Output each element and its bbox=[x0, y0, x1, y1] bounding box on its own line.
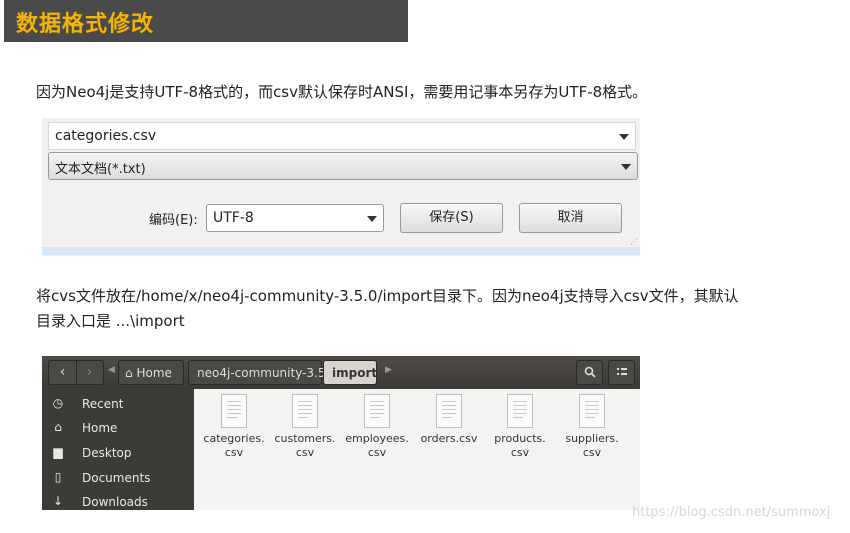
file-item[interactable]: products. csv bbox=[485, 394, 555, 460]
file-name-ext: csv bbox=[224, 446, 244, 459]
sidebar-item-desktop[interactable]: ▆ Desktop bbox=[42, 442, 194, 466]
section-title: 数据格式修改 bbox=[16, 12, 155, 37]
file-name: orders.csv bbox=[420, 432, 478, 445]
file-name: categories. bbox=[203, 432, 265, 445]
save-button[interactable]: 保存(S) bbox=[400, 203, 503, 233]
file-manager-toolbar: ‹ › ◀ ⌂ Home neo4j-community-3.5.0 impor… bbox=[42, 356, 640, 389]
filetype-value: 文本文档(*.txt) bbox=[55, 162, 146, 177]
file-name: suppliers. bbox=[565, 432, 619, 445]
home-icon: ⌂ bbox=[54, 420, 62, 434]
watermark: https://blog.csdn.net/summoxj bbox=[632, 505, 831, 520]
filename-value: categories.csv bbox=[55, 128, 157, 144]
filetype-select[interactable]: 文本文档(*.txt) bbox=[48, 152, 638, 180]
document-icon: ▯ bbox=[54, 470, 62, 484]
sidebar-item-label: Recent bbox=[82, 397, 124, 411]
text-file-icon bbox=[292, 394, 318, 428]
file-name-ext: csv bbox=[582, 446, 602, 459]
file-name-ext: csv bbox=[367, 446, 387, 459]
clock-icon: ◷ bbox=[52, 396, 64, 410]
menu-button[interactable] bbox=[608, 360, 635, 385]
breadcrumb-right-arrow-icon[interactable]: ▶ bbox=[385, 365, 392, 375]
file-item[interactable]: customers. csv bbox=[270, 394, 340, 460]
sidebar-item-label: Home bbox=[82, 421, 118, 435]
file-item[interactable]: employees. csv bbox=[342, 394, 412, 460]
text-file-icon bbox=[221, 394, 247, 428]
breadcrumb-parent[interactable]: neo4j-community-3.5.0 bbox=[188, 360, 337, 385]
breadcrumb-current[interactable]: import bbox=[323, 360, 377, 385]
home-icon: ⌂ bbox=[125, 366, 133, 380]
text-file-icon bbox=[507, 394, 533, 428]
sidebar-item-documents[interactable]: ▯ Documents bbox=[42, 467, 194, 491]
sidebar-item-label: Documents bbox=[82, 471, 151, 485]
text-file-icon bbox=[364, 394, 390, 428]
download-icon: ↓ bbox=[52, 494, 64, 508]
text-file-icon bbox=[579, 394, 605, 428]
breadcrumb-left-arrow-icon[interactable]: ◀ bbox=[108, 365, 115, 375]
forward-arrow-icon[interactable]: › bbox=[76, 361, 103, 384]
paragraph-encoding-note: 因为Neo4j是支持UTF-8格式的，而csv默认保存时ANSI，需要用记事本另… bbox=[36, 83, 648, 101]
file-name-ext: csv bbox=[295, 446, 315, 459]
breadcrumb-home-label: Home bbox=[136, 366, 172, 380]
file-item[interactable]: categories. csv bbox=[199, 394, 269, 460]
list-menu-icon bbox=[616, 368, 627, 375]
sidebar-item-downloads[interactable]: ↓ Downloads bbox=[42, 491, 194, 510]
section-header: 数据格式修改 bbox=[4, 0, 408, 42]
paragraph-import-path-line2: 目录入口是 ...\import bbox=[36, 312, 185, 330]
chevron-down-icon[interactable] bbox=[619, 134, 629, 140]
breadcrumb-home[interactable]: ⌂ Home bbox=[118, 360, 184, 385]
chevron-down-icon bbox=[367, 216, 377, 222]
filename-field[interactable]: categories.csv bbox=[48, 122, 636, 150]
file-manager-sidebar: ◷ Recent ⌂ Home ▆ Desktop ▯ Documents ↓ … bbox=[42, 389, 194, 510]
save-dialog: categories.csv 文本文档(*.txt) 编码(E): UTF-8 … bbox=[42, 118, 640, 256]
file-item[interactable]: orders.csv bbox=[414, 394, 484, 446]
sidebar-item-label: Downloads bbox=[82, 495, 148, 509]
encoding-label: 编码(E): bbox=[149, 213, 198, 228]
encoding-select[interactable]: UTF-8 bbox=[206, 204, 384, 232]
text-file-icon bbox=[436, 394, 462, 428]
file-item[interactable]: suppliers. csv bbox=[557, 394, 627, 460]
file-name: products. bbox=[494, 432, 546, 445]
file-name: employees. bbox=[345, 432, 409, 445]
resize-grip-icon[interactable]: ⋰ bbox=[630, 237, 638, 246]
folder-icon: ▆ bbox=[53, 445, 63, 459]
dialog-bottom-edge bbox=[42, 247, 640, 255]
search-button[interactable] bbox=[576, 360, 603, 385]
back-arrow-icon[interactable]: ‹ bbox=[49, 361, 77, 384]
file-name: customers. bbox=[274, 432, 336, 445]
sidebar-item-label: Desktop bbox=[82, 446, 132, 460]
sidebar-item-home[interactable]: ⌂ Home bbox=[42, 417, 194, 441]
paragraph-import-path-line1: 将cvs文件放在/home/x/neo4j-community-3.5.0/im… bbox=[36, 287, 739, 305]
sidebar-item-recent[interactable]: ◷ Recent bbox=[42, 393, 194, 417]
file-manager: ‹ › ◀ ⌂ Home neo4j-community-3.5.0 impor… bbox=[42, 356, 640, 510]
chevron-down-icon bbox=[621, 164, 631, 170]
file-name-ext: csv bbox=[510, 446, 530, 459]
cancel-button[interactable]: 取消 bbox=[519, 203, 622, 233]
nav-buttons: ‹ › bbox=[48, 360, 104, 385]
encoding-value: UTF-8 bbox=[213, 210, 254, 226]
search-icon bbox=[584, 366, 596, 378]
